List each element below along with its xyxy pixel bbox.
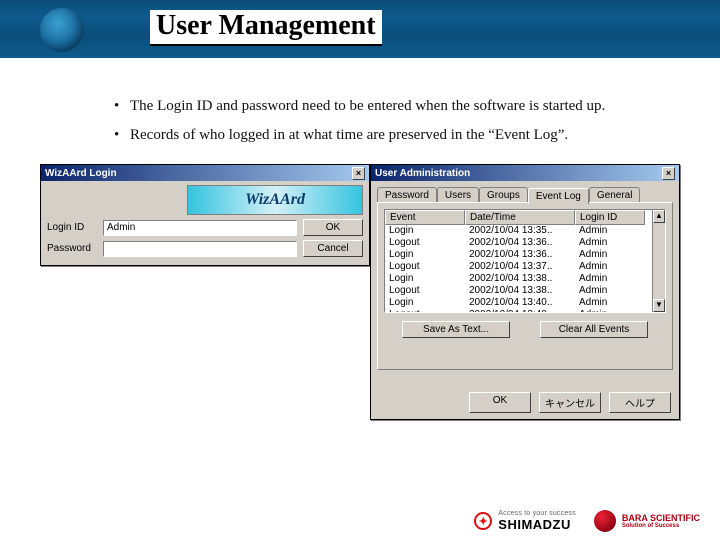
admin-titlebar: User Administration ×: [371, 165, 679, 181]
help-button[interactable]: ヘルプ: [609, 392, 671, 413]
scroll-down-icon[interactable]: ▼: [653, 299, 665, 312]
login-dialog: WizAArd Login × WizAArd Login ID Admin O…: [40, 164, 370, 266]
login-title: WizAArd Login: [45, 168, 117, 179]
cancel-button[interactable]: キャンセル: [539, 392, 601, 413]
bara-icon: [594, 510, 616, 532]
shimadzu-logo-block: ✦ Access to your success SHIMADZU: [474, 510, 576, 532]
bullet-list: The Login ID and password need to be ent…: [90, 98, 720, 144]
bara-brand: BARA SCIENTIFIC: [622, 513, 700, 523]
bara-tagline: Solution of Success: [622, 523, 700, 529]
slide-header: User Management: [0, 0, 720, 58]
save-as-text-button[interactable]: Save As Text...: [402, 321, 510, 338]
col-datetime[interactable]: Date/Time: [465, 210, 575, 225]
user-admin-dialog: User Administration × Password Users Gro…: [370, 164, 680, 420]
shimadzu-brand: SHIMADZU: [498, 517, 576, 532]
login-id-input[interactable]: Admin: [103, 220, 297, 236]
list-row[interactable]: Logout2002/10/04 13:38..Admin: [385, 285, 665, 297]
login-id-label: Login ID: [47, 222, 97, 233]
list-row[interactable]: Logout2002/10/04 13:37..Admin: [385, 261, 665, 273]
tab-password[interactable]: Password: [377, 187, 437, 203]
cancel-button[interactable]: Cancel: [303, 240, 363, 257]
bullet-item: The Login ID and password need to be ent…: [130, 98, 720, 115]
list-row[interactable]: Logout2002/10/04 13:36..Admin: [385, 237, 665, 249]
decorative-swirl: [40, 8, 84, 52]
list-row[interactable]: Login2002/10/04 13:36..Admin: [385, 249, 665, 261]
col-loginid[interactable]: Login ID: [575, 210, 645, 225]
bara-logo-block: BARA SCIENTIFIC Solution of Success: [594, 510, 700, 532]
tab-event-log[interactable]: Event Log: [528, 188, 589, 204]
list-row[interactable]: Login2002/10/04 13:40..Admin: [385, 297, 665, 309]
tab-users[interactable]: Users: [437, 187, 479, 203]
scroll-up-icon[interactable]: ▲: [653, 210, 665, 223]
password-input[interactable]: [103, 241, 297, 257]
login-titlebar: WizAArd Login ×: [41, 165, 369, 181]
tab-groups[interactable]: Groups: [479, 187, 528, 203]
ok-button[interactable]: OK: [469, 392, 531, 413]
shimadzu-tagline: Access to your success: [498, 510, 576, 517]
tab-strip: Password Users Groups Event Log General: [377, 187, 673, 203]
event-log-panel: Event Date/Time Login ID Login2002/10/04…: [377, 202, 673, 370]
clear-all-events-button[interactable]: Clear All Events: [540, 321, 648, 338]
admin-title: User Administration: [375, 168, 470, 179]
list-row[interactable]: Login2002/10/04 13:35..Admin: [385, 225, 665, 237]
vertical-scrollbar[interactable]: ▲ ▼: [652, 210, 665, 312]
close-icon[interactable]: ×: [662, 167, 675, 180]
event-log-list[interactable]: Event Date/Time Login ID Login2002/10/04…: [384, 209, 666, 313]
tab-general[interactable]: General: [589, 187, 641, 203]
close-icon[interactable]: ×: [352, 167, 365, 180]
col-event[interactable]: Event: [385, 210, 465, 225]
list-row[interactable]: Logout2002/10/04 13:40..Admin: [385, 309, 665, 313]
shimadzu-icon: ✦: [474, 512, 492, 530]
footer: ✦ Access to your success SHIMADZU BARA S…: [474, 510, 700, 532]
bullet-item: Records of who logged in at what time ar…: [130, 127, 720, 144]
list-row[interactable]: Login2002/10/04 13:38..Admin: [385, 273, 665, 285]
password-label: Password: [47, 243, 97, 254]
ok-button[interactable]: OK: [303, 219, 363, 236]
wizaard-logo: WizAArd: [187, 185, 363, 215]
page-title: User Management: [150, 10, 382, 46]
